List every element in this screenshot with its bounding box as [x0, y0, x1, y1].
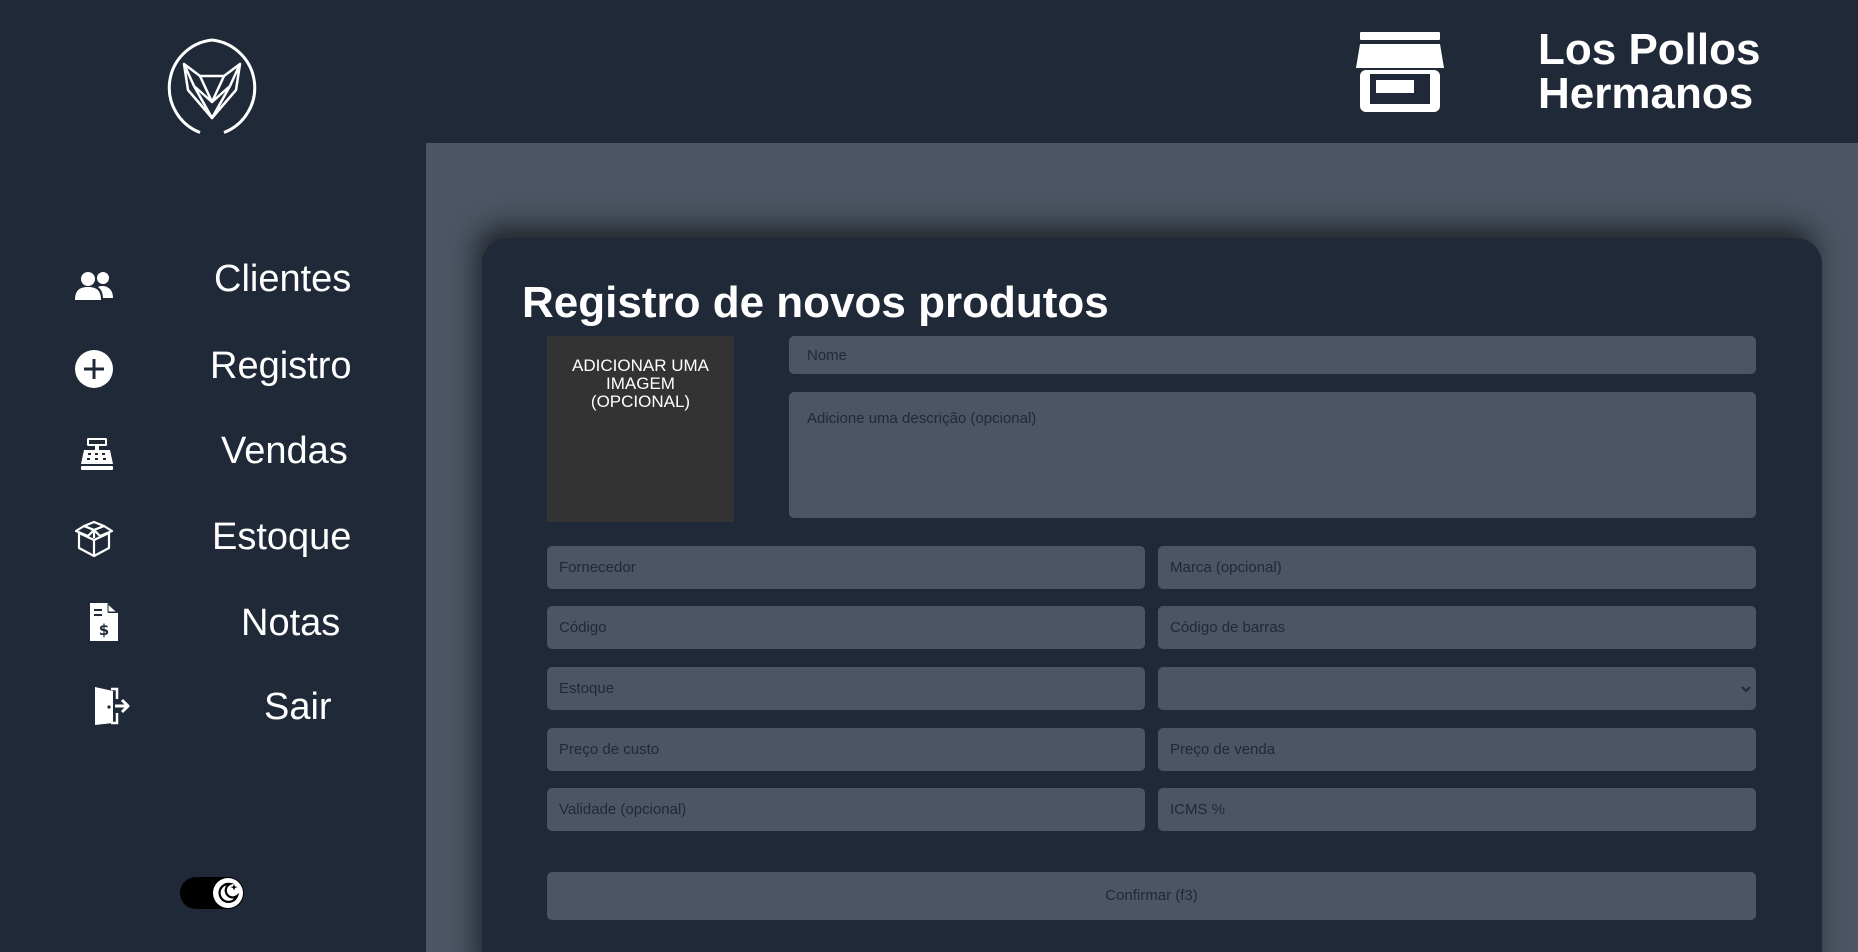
page-title: Registro de novos produtos — [522, 278, 1109, 327]
sidebar-item-vendas[interactable]: Vendas — [0, 428, 426, 488]
main-content: Registro de novos produtos ADICIONAR UMA… — [426, 143, 1858, 952]
expiry-input[interactable] — [547, 788, 1145, 831]
sidebar-item-label: Clientes — [214, 258, 352, 300]
sidebar-item-notas[interactable]: $ Notas — [0, 600, 426, 660]
sidebar-item-registro[interactable]: Registro — [0, 343, 426, 403]
stock-input[interactable] — [547, 667, 1145, 710]
icms-input[interactable] — [1158, 788, 1756, 831]
confirm-button[interactable]: Confirmar (f3) — [547, 872, 1756, 920]
sidebar-item-label: Notas — [241, 602, 341, 644]
image-upload-area[interactable]: ADICIONAR UMA IMAGEM (OPCIONAL) — [547, 336, 734, 522]
invoice-dollar-icon: $ — [82, 600, 126, 644]
header: Los Pollos Hermanos — [426, 0, 1858, 143]
svg-text:$: $ — [99, 621, 109, 639]
chevron-down-icon — [1740, 682, 1752, 694]
product-form-card: Registro de novos produtos ADICIONAR UMA… — [482, 238, 1822, 952]
door-exit-icon — [88, 684, 132, 728]
plus-circle-icon — [72, 347, 116, 391]
brand-input[interactable] — [1158, 546, 1756, 589]
users-icon — [72, 264, 116, 308]
cost-price-input[interactable] — [547, 728, 1145, 771]
code-input[interactable] — [547, 606, 1145, 649]
store-icon — [1356, 30, 1446, 114]
barcode-input[interactable] — [1158, 606, 1756, 649]
sidebar-item-label: Registro — [210, 345, 352, 387]
unit-select[interactable] — [1158, 667, 1756, 710]
theme-toggle[interactable] — [180, 877, 244, 909]
moon-icon — [213, 878, 243, 908]
sale-price-input[interactable] — [1158, 728, 1756, 771]
sidebar-item-label: Estoque — [212, 516, 352, 558]
name-input[interactable] — [789, 336, 1756, 374]
cash-register-icon — [75, 432, 119, 476]
brand-name: Los Pollos Hermanos — [1538, 25, 1761, 118]
description-textarea[interactable] — [789, 392, 1756, 518]
sidebar: Clientes Registro Vendas Estoque $ Notas… — [0, 0, 426, 952]
sidebar-item-clientes[interactable]: Clientes — [0, 256, 426, 316]
fox-logo-icon — [162, 38, 262, 138]
sidebar-item-label: Vendas — [221, 430, 348, 472]
supplier-input[interactable] — [547, 546, 1145, 589]
sidebar-item-estoque[interactable]: Estoque — [0, 514, 426, 574]
sidebar-item-label: Sair — [264, 686, 332, 728]
sidebar-item-sair[interactable]: Sair — [0, 684, 426, 744]
boxes-icon — [72, 516, 116, 560]
